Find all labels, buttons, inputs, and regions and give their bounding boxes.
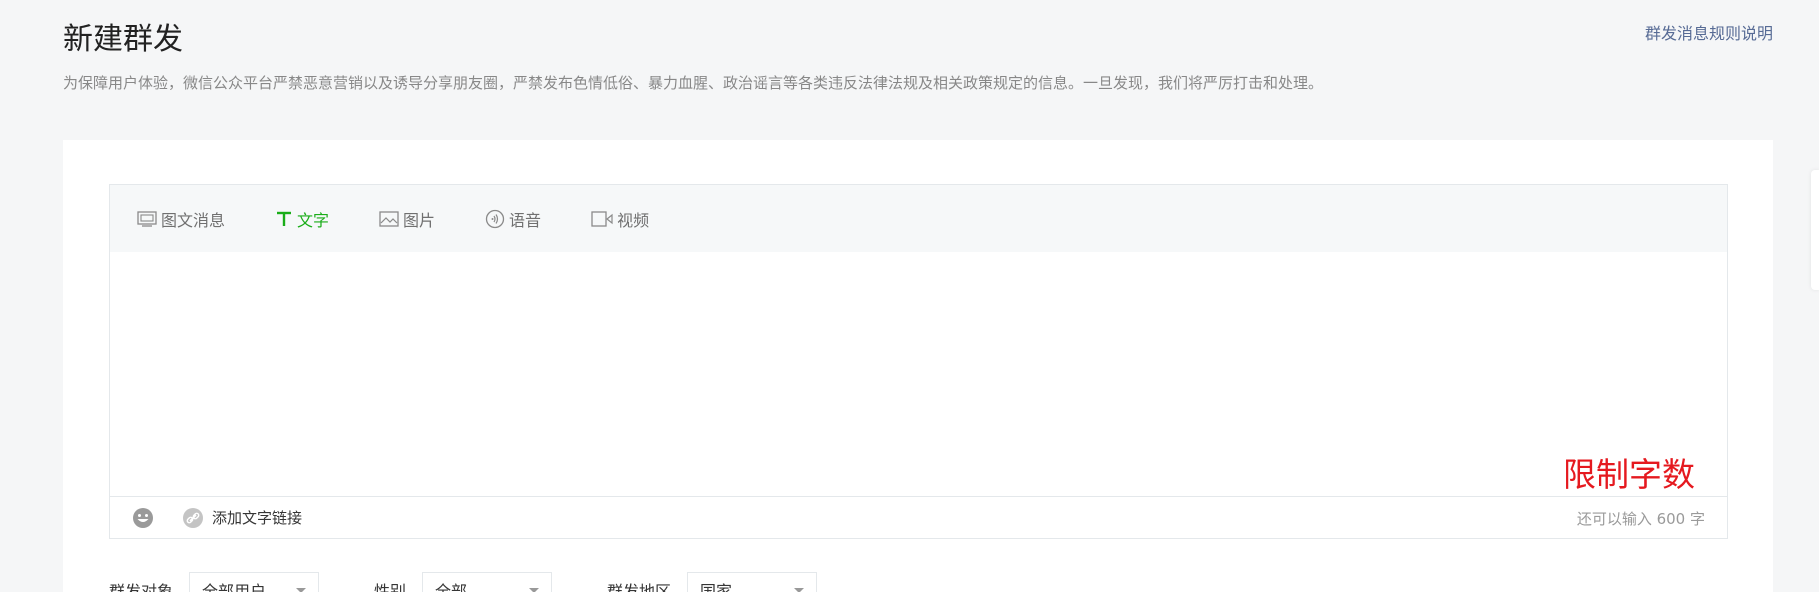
message-editor: 图文消息 文字 图片 语音 视频 限制字数 添加文字链接 还可以输入 600 字 — [109, 184, 1728, 539]
editor-toolbar: 添加文字链接 还可以输入 600 字 — [110, 496, 1727, 538]
limit-annotation: 限制字数 — [1563, 455, 1695, 494]
tab-text[interactable]: 文字 — [275, 185, 329, 252]
tab-voice[interactable]: 语音 — [485, 185, 541, 252]
news-icon — [137, 210, 157, 227]
voice-icon — [485, 209, 505, 229]
region-label: 群发地区 — [607, 582, 672, 592]
gender-label: 性别 — [374, 582, 407, 592]
compose-card: 图文消息 文字 图片 语音 视频 限制字数 添加文字链接 还可以输入 600 字… — [63, 140, 1773, 592]
tab-news-label: 图文消息 — [161, 210, 226, 230]
video-icon — [591, 210, 613, 227]
region-value: 国家 — [700, 582, 733, 592]
text-icon — [275, 211, 293, 227]
link-icon[interactable] — [182, 507, 204, 529]
tab-image-label: 图片 — [403, 210, 436, 230]
chevron-down-icon — [296, 588, 307, 592]
target-label: 群发对象 — [109, 582, 174, 592]
gender-value: 全部 — [435, 582, 468, 592]
image-icon — [379, 210, 399, 227]
tab-video[interactable]: 视频 — [591, 185, 649, 252]
page-title: 新建群发 — [63, 22, 183, 57]
text-input-area[interactable]: 限制字数 — [110, 252, 1727, 496]
remaining-chars: 还可以输入 600 字 — [1576, 510, 1705, 528]
tab-image[interactable]: 图片 — [379, 185, 435, 252]
tab-news[interactable]: 图文消息 — [137, 185, 225, 252]
emoji-icon[interactable] — [132, 507, 154, 529]
target-value: 全部用户 — [202, 582, 267, 592]
target-select[interactable]: 全部用户 — [189, 572, 320, 592]
tab-voice-label: 语音 — [509, 210, 542, 230]
message-type-tabs: 图文消息 文字 图片 语音 视频 — [110, 185, 1727, 252]
gender-select[interactable]: 全部 — [422, 572, 553, 592]
side-panel-handle[interactable] — [1811, 170, 1819, 290]
add-text-link-button[interactable]: 添加文字链接 — [212, 507, 302, 528]
region-select[interactable]: 国家 — [687, 572, 818, 592]
send-filters: 群发对象 全部用户 性别 全部 群发地区 国家 — [109, 572, 872, 592]
rules-link[interactable]: 群发消息规则说明 — [1645, 20, 1773, 44]
policy-notice: 为保障用户体验，微信公众平台严禁恶意营销以及诱导分享朋友圈，严禁发布色情低俗、暴… — [63, 74, 1324, 92]
chevron-down-icon — [794, 588, 805, 592]
tab-video-label: 视频 — [617, 210, 650, 230]
tab-text-label: 文字 — [297, 210, 330, 230]
chevron-down-icon — [529, 588, 540, 592]
